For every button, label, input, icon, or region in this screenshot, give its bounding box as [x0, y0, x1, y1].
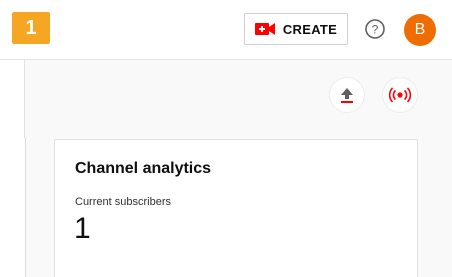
left-card-edge: [0, 138, 26, 277]
current-subscribers-label: Current subscribers: [75, 196, 171, 208]
channel-analytics-title: Channel analytics: [75, 160, 212, 177]
go-live-button[interactable]: [383, 78, 417, 112]
go-live-icon: [389, 87, 411, 103]
upload-icon: [341, 88, 353, 103]
studio-window: 1 CREATE ? B Channel analytics Current s…: [0, 0, 452, 277]
upload-videos-button[interactable]: [330, 78, 364, 112]
create-button[interactable]: CREATE: [244, 13, 348, 45]
current-subscribers-value: 1: [74, 212, 91, 245]
svg-text:?: ?: [372, 23, 379, 37]
top-header: 1 CREATE ? B: [0, 0, 452, 60]
create-button-label: CREATE: [282, 21, 338, 37]
channel-analytics-card: Channel analytics Current subscribers 1: [54, 139, 418, 277]
video-camera-plus-icon: [254, 23, 275, 35]
account-avatar[interactable]: B: [404, 14, 436, 46]
step-number-badge: 1: [12, 12, 50, 44]
help-circle-icon[interactable]: ?: [364, 18, 386, 40]
